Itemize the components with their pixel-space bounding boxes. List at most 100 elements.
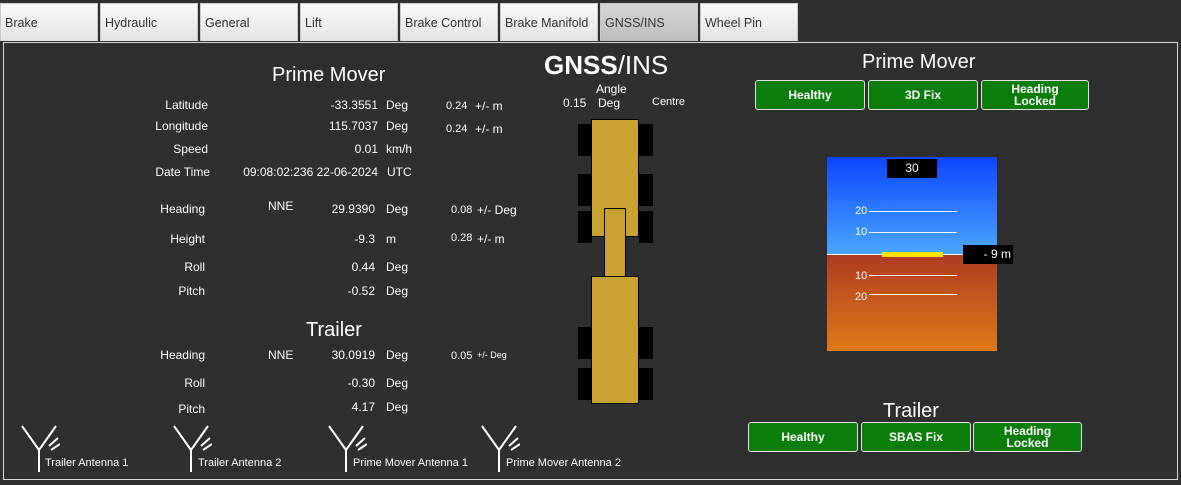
latitude-label: Latitude: [165, 98, 208, 112]
wheel: [639, 124, 653, 156]
tab-lift[interactable]: Lift: [300, 3, 398, 41]
heading-label: Heading: [160, 202, 205, 216]
longitude-label: Longitude: [155, 119, 208, 133]
pitch-value: -0.52: [347, 284, 375, 298]
speed-unit: km/h: [386, 142, 413, 156]
status-trailer-title: Trailer: [883, 400, 939, 422]
aircraft-marker: [882, 252, 943, 257]
latitude-accuracy: 0.24: [446, 100, 468, 112]
roll-label: Roll: [184, 260, 205, 274]
indicator-label: 3D Fix: [904, 88, 941, 102]
trailer-pitch-label: Pitch: [178, 402, 205, 416]
pitch-line: [869, 275, 957, 276]
trailer-body: [591, 276, 639, 404]
wheel: [578, 124, 592, 156]
trailer-heading-value: 30.0919: [331, 348, 375, 362]
indicator-label: Healthy: [788, 88, 832, 102]
indicator-label: SBAS Fix: [888, 430, 943, 444]
tab-bar: Brake Hydraulic General Lift Brake Contr…: [0, 0, 1181, 42]
wheel: [578, 368, 592, 400]
trailer-pitch-unit: Deg: [386, 400, 409, 414]
heading-accuracy: 0.08: [451, 204, 473, 216]
pm-fix-indicator: 3D Fix: [868, 80, 978, 110]
longitude-accuracy: 0.24: [446, 123, 468, 135]
trailer-roll-value: -0.30: [347, 376, 375, 390]
centre-label: Centre: [652, 96, 686, 108]
heading-value: 29.9390: [331, 202, 375, 216]
gnss-title-rest: /INS: [617, 50, 669, 80]
trailer-heading-unit: Deg: [386, 348, 409, 362]
tab-gnss-ins[interactable]: GNSS/INS: [600, 3, 698, 41]
trailer-heading-accuracy-unit: +/- Deg: [477, 350, 507, 360]
angle-unit: Deg: [598, 96, 621, 110]
longitude-unit: Deg: [386, 119, 409, 133]
heading-unit: Deg: [386, 202, 409, 216]
attitude-ground: [827, 255, 997, 351]
pitch-line: [869, 232, 957, 233]
antenna-label: Prime Mover Antenna 1: [353, 457, 468, 469]
tab-brake-control[interactable]: Brake Control: [400, 3, 498, 41]
trailer-roll-unit: Deg: [386, 376, 409, 390]
wheel: [578, 211, 592, 243]
angle-label: Angle: [596, 82, 627, 96]
pitch-line: [869, 294, 957, 295]
trailer-healthy-indicator: Healthy: [748, 422, 858, 452]
pitch-label: 10: [855, 226, 868, 238]
trailer-fix-indicator: SBAS Fix: [861, 422, 971, 452]
antenna-label: Prime Mover Antenna 2: [506, 457, 621, 469]
pitch-unit: Deg: [386, 284, 409, 298]
latitude-value: -33.3551: [330, 98, 378, 112]
antenna-label: Trailer Antenna 2: [198, 457, 282, 469]
latitude-unit: Deg: [386, 98, 409, 112]
height-accuracy-unit: +/- m: [477, 232, 505, 246]
roll-unit: Deg: [386, 260, 409, 274]
pitch-label: Pitch: [178, 284, 205, 298]
trailer-title: Trailer: [306, 319, 362, 341]
pitch-label: 10: [855, 270, 868, 282]
height-unit: m: [386, 232, 396, 246]
indicator-label-2: Locked: [1006, 436, 1049, 450]
heading-accuracy-unit: +/- Deg: [477, 203, 517, 217]
status-prime-mover-title: Prime Mover: [862, 51, 976, 73]
roll-value: 0.44: [351, 260, 375, 274]
height-label: Height: [170, 232, 205, 246]
pm-heading-locked-indicator: Heading Locked: [981, 80, 1089, 110]
trailer-heading-locked-indicator: Heading Locked: [973, 422, 1082, 452]
gnss-title-bold: GNSS: [544, 50, 618, 80]
datetime-value: 09:08:02:236 22-06-2024: [243, 165, 378, 179]
height-accuracy: 0.28: [451, 232, 473, 244]
tab-hydraulic[interactable]: Hydraulic: [100, 3, 198, 41]
gnss-title: GNSS/INS: [544, 50, 668, 81]
indicator-label-2: Locked: [1013, 94, 1056, 108]
indicator-label: Healthy: [781, 430, 825, 444]
tab-wheel-pin[interactable]: Wheel Pin: [700, 3, 798, 41]
wheel: [639, 211, 653, 243]
speed-label: Speed: [173, 142, 208, 156]
longitude-accuracy-unit: +/- m: [475, 122, 503, 136]
tab-brake-manifold[interactable]: Brake Manifold: [500, 3, 598, 41]
height-value: -9.3: [354, 232, 375, 246]
datetime-label: Date Time: [155, 165, 210, 179]
wheel: [639, 174, 653, 206]
angle-value: 0.15: [563, 96, 587, 110]
longitude-value: 115.7037: [328, 119, 378, 133]
wheel: [578, 174, 592, 206]
pitch-label: 20: [855, 205, 868, 217]
datetime-unit: UTC: [387, 165, 412, 179]
wheel: [639, 327, 653, 359]
trailer-pitch-value: 4.17: [351, 400, 375, 414]
pitch-line: [869, 211, 957, 212]
antenna-label: Trailer Antenna 1: [45, 457, 129, 469]
trailer-roll-label: Roll: [184, 376, 205, 390]
wheel: [639, 368, 653, 400]
pm-healthy-indicator: Healthy: [755, 80, 865, 110]
trailer-heading-label: Heading: [160, 348, 205, 362]
hitch: [604, 208, 626, 278]
wheel: [578, 327, 592, 359]
prime-mover-title: Prime Mover: [272, 64, 386, 86]
tab-brake[interactable]: Brake: [0, 3, 98, 41]
heading-readout: 30: [887, 159, 937, 178]
speed-value: 0.01: [354, 142, 378, 156]
tab-general[interactable]: General: [200, 3, 298, 41]
latitude-accuracy-unit: +/- m: [475, 99, 503, 113]
